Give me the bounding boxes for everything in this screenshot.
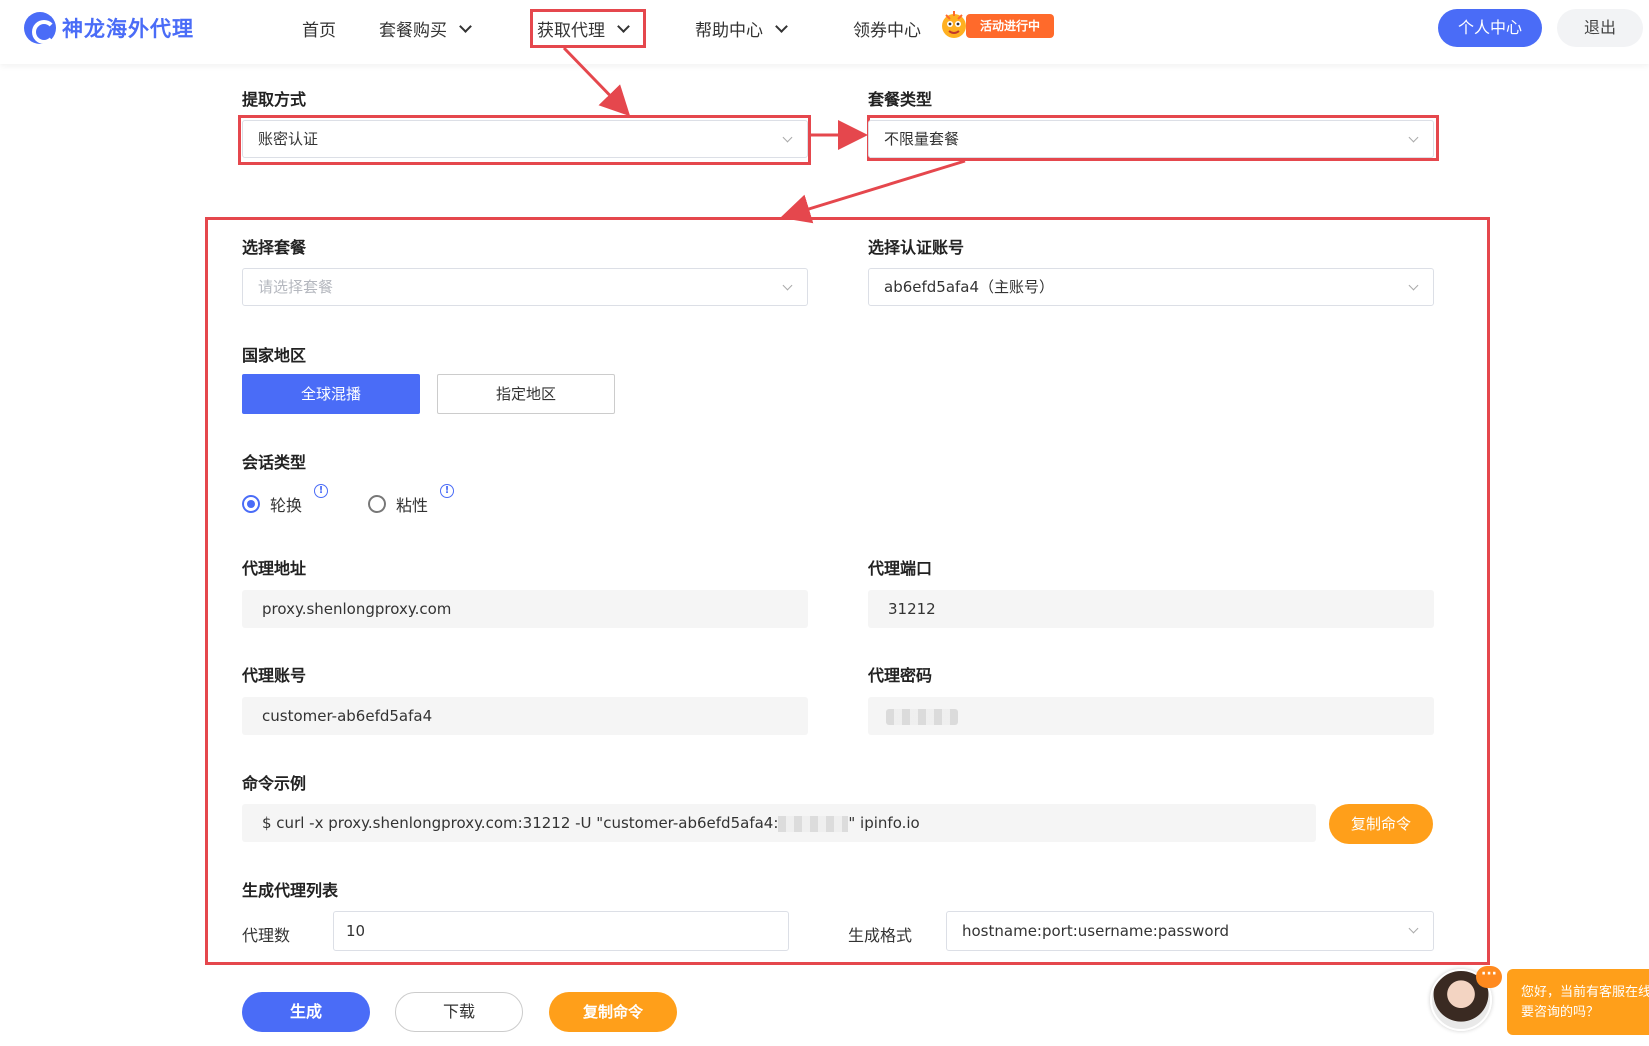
- arrow-type-to-config: [780, 159, 966, 224]
- format-label: 生成格式: [848, 926, 913, 945]
- format-select[interactable]: hostname:port:username:password: [946, 911, 1434, 951]
- nav-home-label: 首页: [302, 21, 336, 41]
- nav-help[interactable]: 帮助中心: [695, 16, 788, 41]
- proxy-account-label: 代理账号: [242, 666, 307, 685]
- select-account-value: ab6efd5afa4（主账号）: [884, 278, 1055, 296]
- proxy-address-label: 代理地址: [242, 559, 307, 578]
- logo-icon: [24, 12, 56, 44]
- info-icon[interactable]: !: [440, 484, 454, 498]
- chevron-down-icon: [1408, 280, 1419, 291]
- session-rotate-radio[interactable]: 轮换: [242, 492, 302, 516]
- select-package-label: 选择套餐: [242, 238, 307, 257]
- proxy-password-field[interactable]: [868, 697, 1434, 735]
- chevron-down-icon: [1408, 132, 1419, 143]
- select-package-select[interactable]: 请选择套餐: [242, 268, 808, 306]
- copy-command-bottom-button[interactable]: 复制命令: [549, 992, 677, 1032]
- promo-badge[interactable]: 活动进行中: [938, 8, 1058, 42]
- chat-line-2: 要咨询的吗？: [1521, 1005, 1600, 1020]
- generate-list-label: 生成代理列表: [242, 881, 339, 900]
- package-type-value: 不限量套餐: [884, 130, 960, 148]
- generate-button[interactable]: 生成: [242, 992, 370, 1032]
- radio-unchecked-icon: [368, 495, 386, 513]
- logo-text: 神龙海外代理: [62, 17, 194, 41]
- region-specific-button[interactable]: 指定地区: [437, 374, 615, 414]
- region-global-mix-button[interactable]: 全球混播: [242, 374, 420, 414]
- format-value: hostname:port:username:password: [962, 922, 1230, 940]
- command-example-label: 命令示例: [242, 774, 307, 793]
- proxy-count-label: 代理数: [242, 926, 291, 945]
- password-redacted: [886, 709, 958, 725]
- proxy-port-field[interactable]: 31212: [868, 590, 1434, 628]
- session-sticky-label: 粘性: [396, 496, 429, 515]
- proxy-port-label: 代理端口: [868, 559, 933, 578]
- command-suffix: " ipinfo.io: [848, 814, 920, 832]
- logo[interactable]: 神龙海外代理: [24, 12, 194, 44]
- nav-home[interactable]: 首页: [302, 16, 336, 41]
- nav-help-label: 帮助中心: [695, 21, 763, 41]
- chevron-down-icon: [1408, 923, 1419, 934]
- proxy-count-input[interactable]: 10: [333, 911, 789, 951]
- session-type-label: 会话类型: [242, 453, 307, 472]
- proxy-password-label: 代理密码: [868, 666, 933, 685]
- promo-badge-label: 活动进行中: [966, 14, 1054, 38]
- proxy-account-field[interactable]: customer-ab6efd5afa4: [242, 697, 808, 735]
- annotation-box-nav: [530, 9, 646, 48]
- nav-coupons-label: 领券中心: [853, 21, 921, 41]
- session-rotate-label: 轮换: [270, 496, 303, 515]
- select-account-select[interactable]: ab6efd5afa4（主账号）: [868, 268, 1434, 306]
- password-redacted: [778, 815, 849, 832]
- session-sticky-radio[interactable]: 粘性: [368, 492, 428, 516]
- extract-method-label: 提取方式: [242, 90, 307, 109]
- copy-command-button[interactable]: 复制命令: [1329, 804, 1433, 844]
- nav-packages-label: 套餐购买: [379, 21, 447, 41]
- region-label: 国家地区: [242, 346, 307, 365]
- select-package-placeholder: 请选择套餐: [258, 278, 334, 296]
- select-account-label: 选择认证账号: [868, 238, 965, 257]
- info-icon[interactable]: !: [314, 484, 328, 498]
- chat-line-1: 您好，当前有客服在线: [1521, 985, 1649, 1000]
- chevron-down-icon: [782, 280, 793, 291]
- logout-button[interactable]: 退出: [1557, 9, 1643, 47]
- top-navbar: 神龙海外代理 首页 套餐购买 获取代理 帮助中心 领券中心 活动进行中 个人中心…: [0, 0, 1649, 64]
- package-type-label: 套餐类型: [868, 90, 933, 109]
- page: 神龙海外代理 首页 套餐购买 获取代理 帮助中心 领券中心 活动进行中 个人中心…: [0, 0, 1649, 1046]
- download-button[interactable]: 下载: [395, 992, 523, 1032]
- nav-coupons[interactable]: 领券中心: [853, 16, 921, 41]
- radio-checked-icon: [242, 495, 260, 513]
- command-example-field[interactable]: $ curl -x proxy.shenlongproxy.com:31212 …: [242, 804, 1316, 842]
- user-center-button[interactable]: 个人中心: [1438, 9, 1542, 47]
- package-type-select[interactable]: 不限量套餐: [868, 120, 1434, 158]
- command-prefix: $ curl -x proxy.shenlongproxy.com:31212 …: [262, 814, 779, 832]
- extract-method-select[interactable]: 账密认证: [242, 120, 808, 158]
- extract-method-value: 账密认证: [258, 130, 319, 148]
- chat-more-icon[interactable]: ···: [1476, 966, 1502, 988]
- chevron-down-icon: [775, 19, 788, 33]
- chat-bubble[interactable]: 您好，当前有客服在线 要咨询的吗？: [1507, 969, 1649, 1035]
- nav-packages[interactable]: 套餐购买: [379, 16, 472, 41]
- chevron-down-icon: [782, 132, 793, 143]
- chevron-down-icon: [459, 19, 472, 33]
- proxy-address-field[interactable]: proxy.shenlongproxy.com: [242, 590, 808, 628]
